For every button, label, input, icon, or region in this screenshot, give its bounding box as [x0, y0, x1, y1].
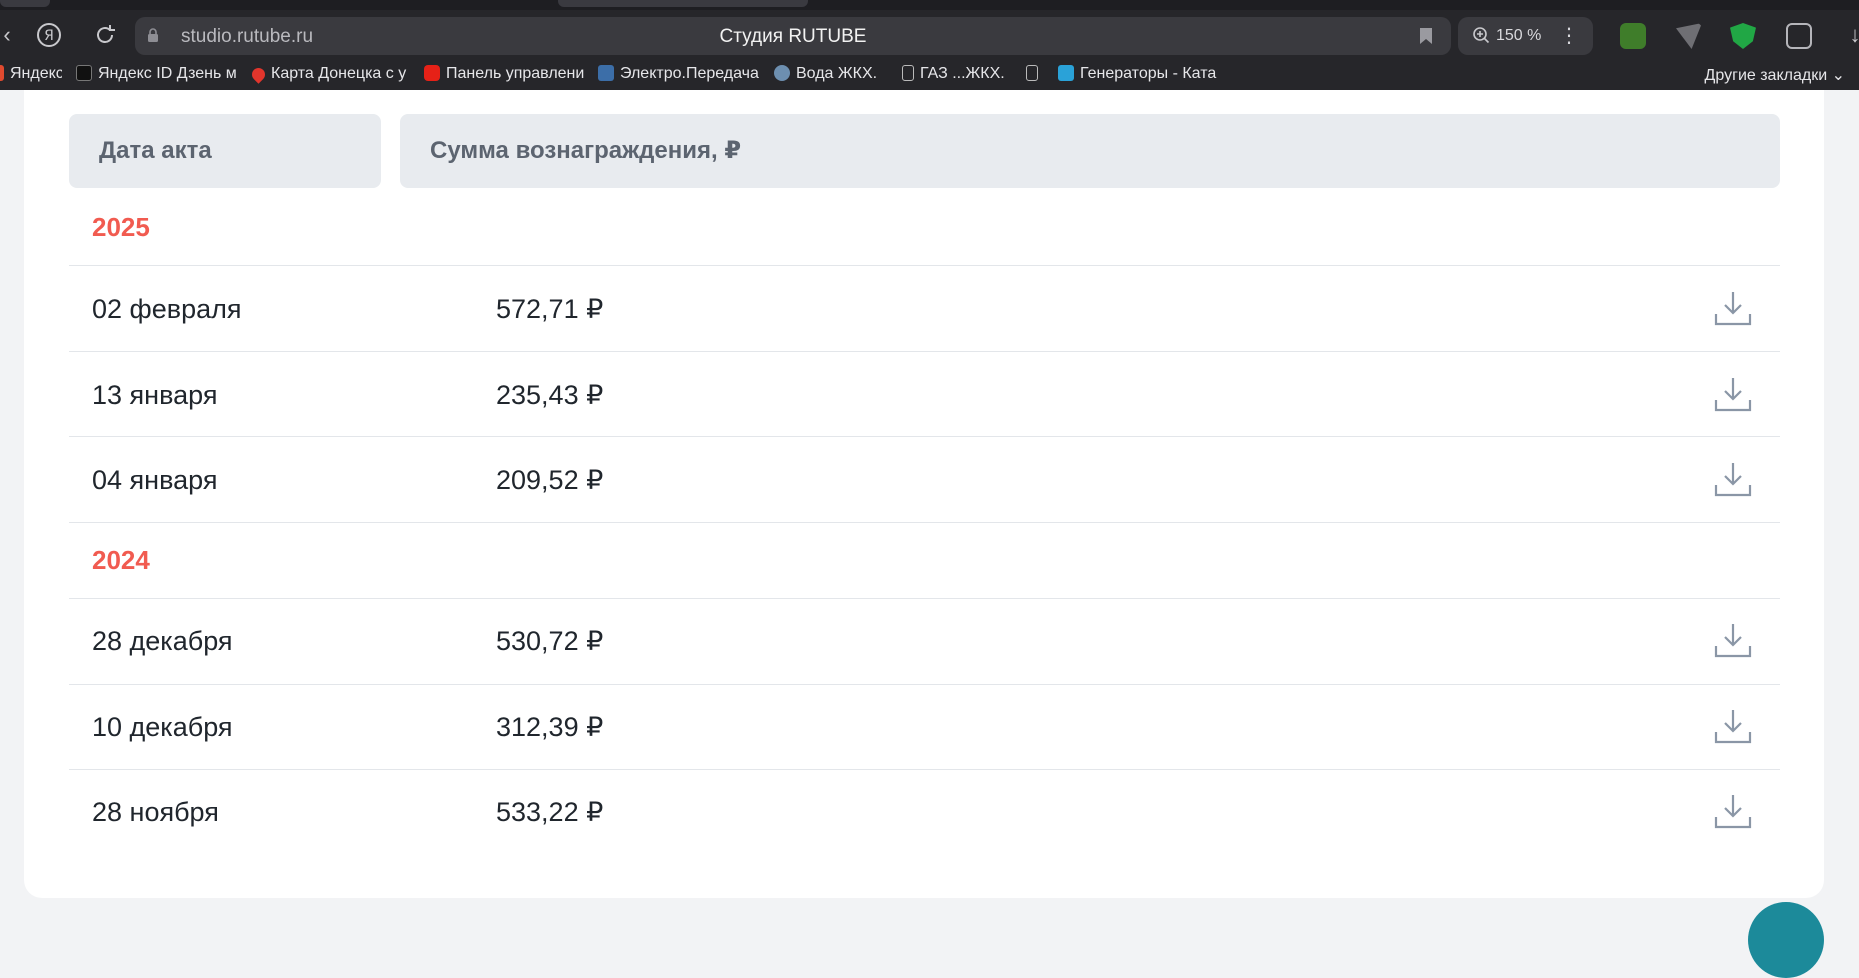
map-pin-icon: [252, 65, 268, 84]
electro-icon: [598, 65, 614, 81]
download-icon[interactable]: [1714, 793, 1752, 829]
extension-telegram-icon[interactable]: [1676, 23, 1702, 49]
header-sum[interactable]: Сумма вознаграждения, ₽: [400, 114, 1780, 188]
yandex-icon: [0, 65, 4, 81]
download-manager-icon[interactable]: ↓: [1840, 20, 1859, 50]
row-divider: [69, 769, 1780, 770]
act-date: 04 января: [92, 465, 218, 495]
address-bar[interactable]: studio.rutube.ru Студия RUTUBE: [135, 17, 1451, 55]
svg-text:Я: Я: [44, 28, 54, 44]
bookmark-item[interactable]: Вода ЖКХ.: [774, 65, 886, 85]
bookmark-icon[interactable]: [1419, 27, 1433, 45]
row-divider: [69, 351, 1780, 352]
generator-icon: [1058, 65, 1074, 81]
zoom-control[interactable]: 150 % ⋮: [1458, 17, 1593, 55]
other-bookmarks[interactable]: Другие закладки ⌄: [1705, 65, 1845, 85]
reward-sum: 530,72 ₽: [496, 626, 604, 656]
tab-strip: [0, 0, 1859, 10]
act-date: 28 ноября: [92, 797, 219, 827]
tab[interactable]: [558, 0, 808, 7]
act-date: 10 декабря: [92, 712, 233, 742]
reload-icon[interactable]: [90, 20, 120, 50]
year-label: 2025: [92, 212, 150, 242]
reward-sum: 533,22 ₽: [496, 797, 604, 827]
bookmark-item[interactable]: [1026, 65, 1046, 85]
act-date: 28 декабря: [92, 626, 233, 656]
row-divider: [69, 436, 1780, 437]
yandex-id-icon: [76, 65, 92, 81]
reward-sum: 312,39 ₽: [496, 712, 604, 742]
row-divider: [69, 522, 1780, 523]
page-title: Студия RUTUBE: [719, 26, 867, 47]
row-divider: [69, 265, 1780, 266]
header-date[interactable]: Дата акта: [69, 114, 381, 188]
download-icon[interactable]: [1714, 376, 1752, 412]
more-icon[interactable]: ⋮: [1559, 23, 1579, 48]
download-icon[interactable]: [1714, 290, 1752, 326]
back-icon[interactable]: ‹: [0, 20, 22, 50]
reward-sum: 572,71 ₽: [496, 294, 604, 324]
download-icon[interactable]: [1714, 622, 1752, 658]
bookmark-item[interactable]: Яндекс: [0, 65, 62, 85]
page-icon: [902, 65, 914, 81]
yandex-button[interactable]: Я: [34, 20, 64, 50]
water-icon: [774, 65, 790, 81]
rewards-table-card: Дата акта Сумма вознаграждения, ₽ 2025 0…: [24, 90, 1824, 898]
reward-sum: 209,52 ₽: [496, 465, 604, 495]
bookmark-item[interactable]: Электро.Передача: [598, 65, 760, 85]
extensions-icon[interactable]: [1786, 23, 1812, 49]
zoom-icon: [1473, 27, 1490, 44]
bookmarks-bar: Яндекс Яндекс ID Дзень м Карта Донецка с…: [0, 60, 1859, 90]
reward-sum: 235,43 ₽: [496, 380, 604, 410]
act-date: 02 февраля: [92, 294, 242, 324]
page-icon: [1026, 65, 1038, 81]
bookmark-item[interactable]: Яндекс ID Дзень м: [76, 65, 236, 85]
browser-toolbar: ‹ Я studio.rutube.ru Студия RUTUBE 150 %…: [0, 10, 1859, 60]
browser-chrome: ‹ Я studio.rutube.ru Студия RUTUBE 150 %…: [0, 0, 1859, 90]
extension-shield-icon[interactable]: [1730, 23, 1756, 49]
year-label: 2024: [92, 545, 150, 575]
bookmark-item[interactable]: Панель управлени: [424, 65, 586, 85]
zoom-level: 150 %: [1496, 27, 1542, 44]
row-divider: [69, 684, 1780, 685]
download-icon[interactable]: [1714, 461, 1752, 497]
row-divider: [69, 598, 1780, 599]
act-date: 13 января: [92, 380, 218, 410]
extension-frog-icon[interactable]: [1620, 23, 1646, 49]
tab[interactable]: [0, 0, 50, 7]
bookmark-item[interactable]: Карта Донецка с у: [252, 65, 410, 85]
bookmark-item[interactable]: Генераторы - Ката: [1058, 65, 1220, 85]
support-chat-button[interactable]: [1748, 902, 1824, 978]
download-icon[interactable]: [1714, 708, 1752, 744]
chevron-down-icon: ⌄: [1831, 67, 1845, 84]
youtube-icon: [424, 65, 440, 81]
bookmark-item[interactable]: ГАЗ ...ЖКХ.: [902, 65, 1008, 85]
